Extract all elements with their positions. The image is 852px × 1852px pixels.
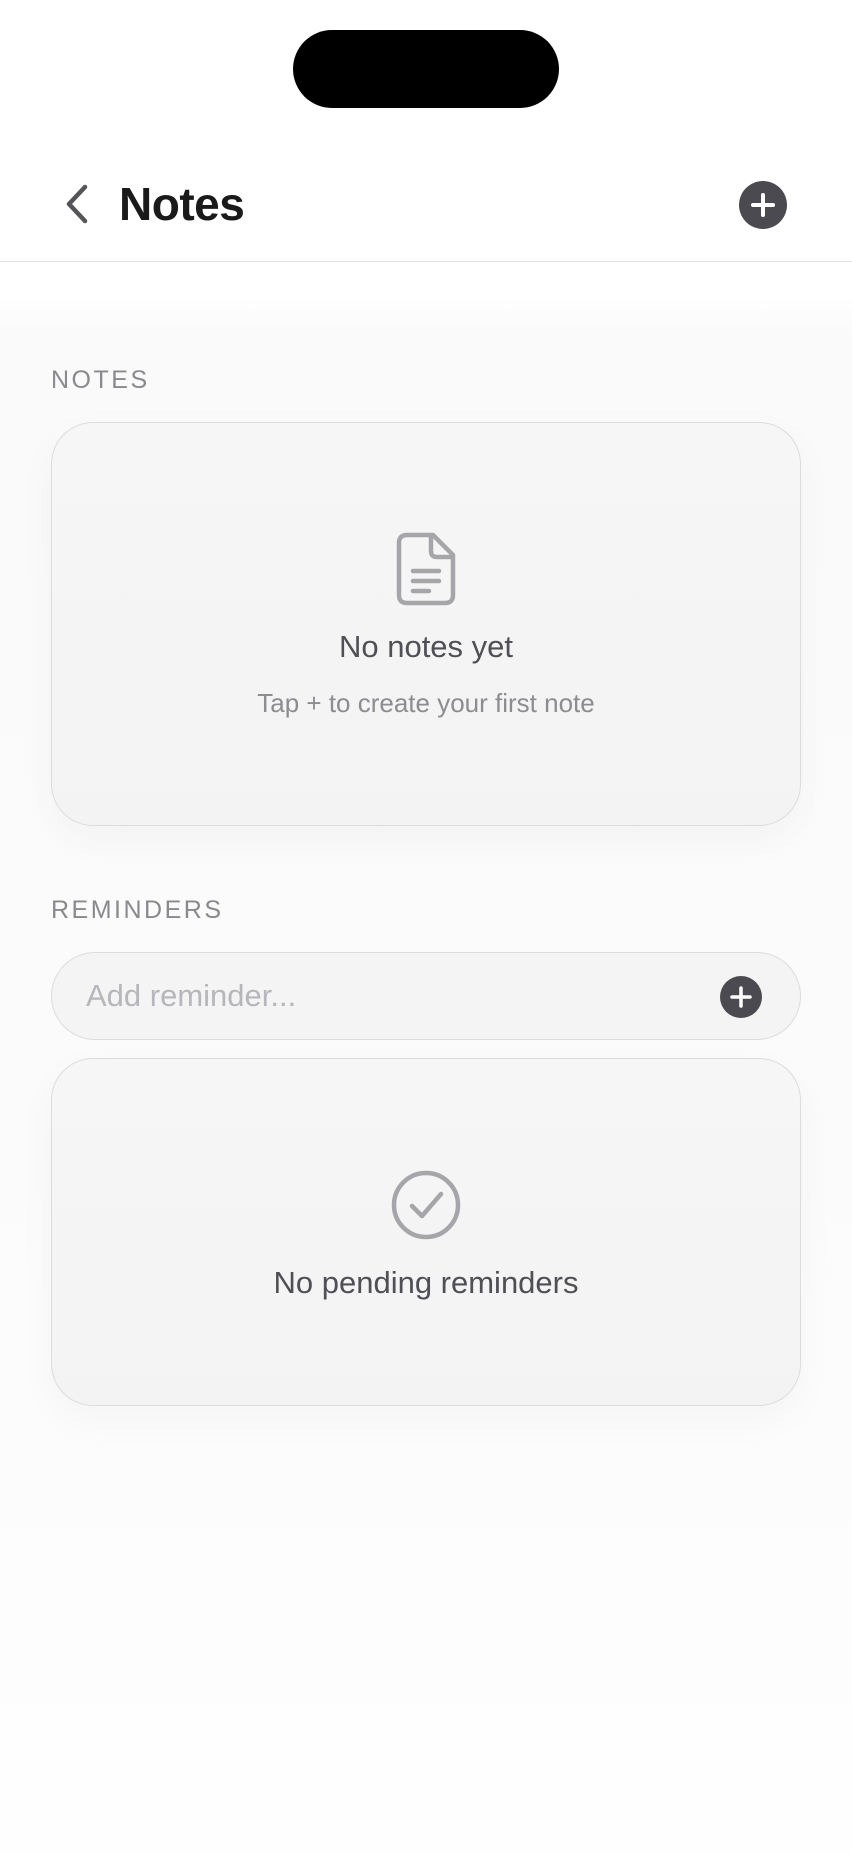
checkmark-circle-icon [390,1169,462,1241]
add-note-button[interactable] [739,181,787,229]
notes-empty-card: No notes yet Tap + to create your first … [51,422,801,826]
reminders-section-label: REMINDERS [51,896,224,924]
plus-icon [730,986,752,1008]
back-button[interactable] [56,182,100,226]
notes-empty-title: No notes yet [338,629,514,664]
dynamic-island [293,30,559,108]
add-reminder-input[interactable] [86,971,696,1021]
reminder-input-container [51,952,801,1040]
notes-screen: Notes NOTES No notes yet Tap + to create… [0,0,852,1852]
reminders-empty-title: No pending reminders [273,1265,579,1300]
plus-icon [751,193,775,217]
nav-bar: Notes [0,150,852,262]
page-title: Notes [119,178,245,230]
document-icon [395,531,457,607]
chevron-left-icon [66,184,88,224]
notes-section-label: NOTES [51,366,150,394]
notes-empty-subtitle: Tap + to create your first note [257,688,595,718]
add-reminder-button[interactable] [720,976,762,1018]
reminders-empty-card: No pending reminders [51,1058,801,1406]
